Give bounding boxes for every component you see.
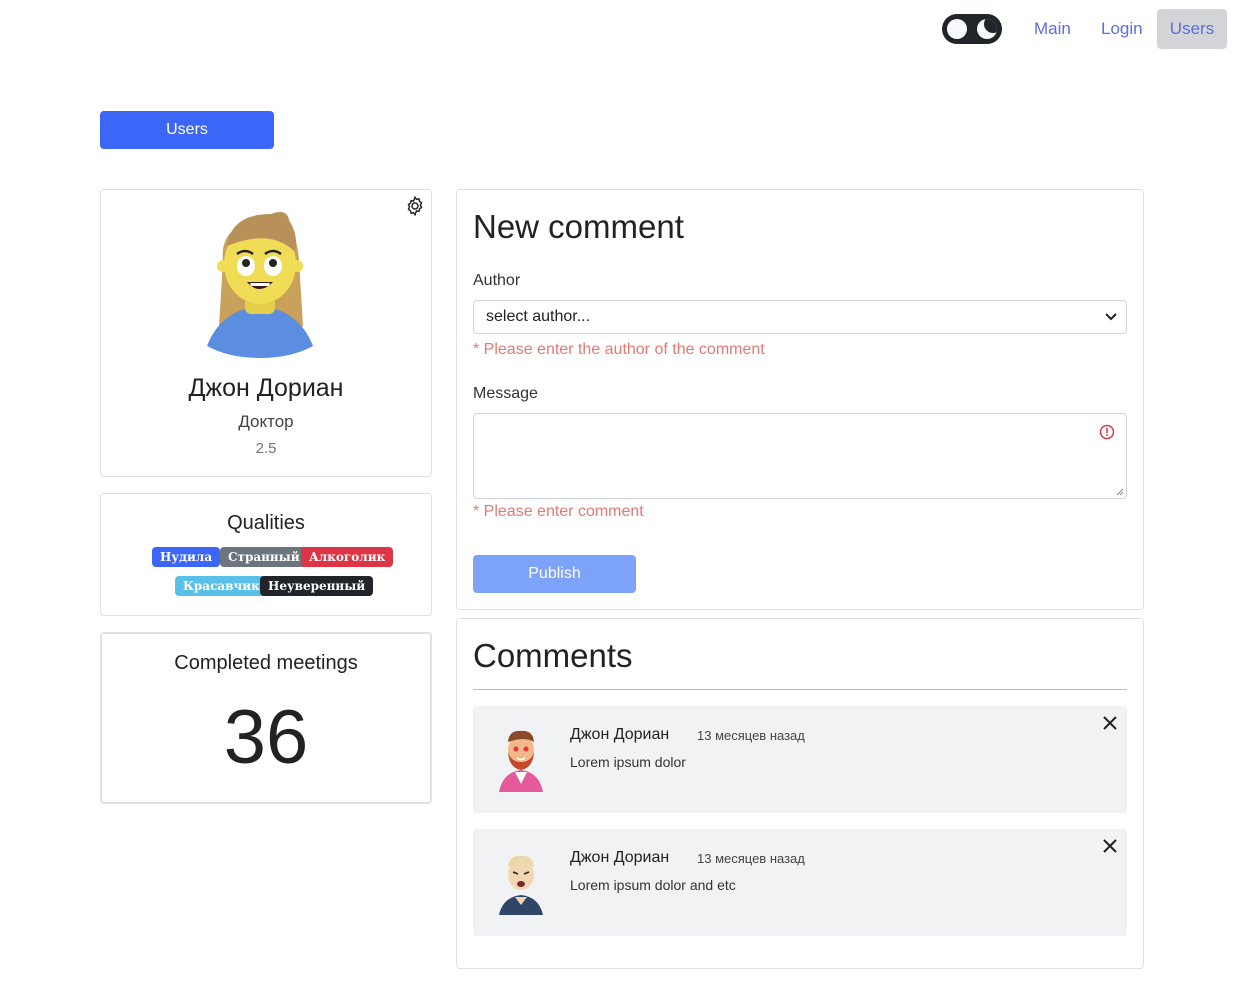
quality-badge: Алкоголик [301, 547, 394, 567]
comments-divider [473, 689, 1127, 690]
close-icon[interactable] [1102, 838, 1118, 854]
comment-author[interactable]: Джон Дориан [570, 849, 669, 867]
message-label: Message [473, 385, 538, 402]
comments-title: Comments [473, 637, 633, 674]
comment-text: Lorem ipsum dolor [570, 754, 686, 770]
nav-link-main[interactable]: Main [1018, 9, 1087, 49]
comments-card: Comments Джон Дориан 13 месяцев назад Lo… [456, 618, 1144, 969]
comment-avatar [499, 855, 543, 915]
gear-icon[interactable] [404, 195, 426, 217]
alert-icon [1099, 424, 1115, 440]
new-comment-title: New comment [473, 208, 684, 245]
comment-avatar [499, 730, 543, 792]
nav-link-users[interactable]: Users [1157, 9, 1227, 49]
comment-item: Джон Дориан 13 месяцев назад Lorem ipsum… [473, 706, 1127, 813]
profile-card: Джон Дориан Доктор 2.5 [100, 189, 432, 477]
profile-rate: 2.5 [255, 440, 277, 457]
comment-time: 13 месяцев назад [697, 728, 805, 743]
qualities-title: Qualities [227, 512, 305, 534]
meetings-card: Completed meetings 36 [100, 632, 432, 804]
comment-author[interactable]: Джон Дориан [570, 726, 669, 744]
profile-profession: Доктор [238, 412, 294, 431]
author-select-value: select author... [486, 308, 591, 325]
chevron-down-icon [1105, 313, 1117, 321]
theme-toggle[interactable] [942, 14, 1002, 44]
nav-link-login[interactable]: Login [1085, 9, 1159, 49]
quality-badge: Странный [220, 547, 308, 567]
author-error: * Please enter the author of the comment [473, 341, 765, 358]
message-textarea[interactable] [473, 413, 1127, 499]
moon-icon [977, 19, 997, 39]
avatar [207, 212, 313, 358]
profile-name: Джон Дориан [188, 374, 344, 402]
message-error: * Please enter comment [473, 503, 644, 520]
toggle-knob [947, 19, 967, 39]
users-button[interactable]: Users [100, 111, 274, 149]
author-label: Author [473, 272, 521, 289]
quality-badge: Красавчик [175, 576, 268, 596]
meetings-title: Completed meetings [174, 652, 358, 674]
quality-badge: Нудила [152, 547, 221, 567]
comment-text: Lorem ipsum dolor and etc [570, 877, 736, 893]
comment-time: 13 месяцев назад [697, 851, 805, 866]
author-select[interactable]: select author... [473, 300, 1127, 334]
qualities-card: Qualities Нудила Странный Алкоголик Крас… [100, 493, 432, 616]
close-icon[interactable] [1102, 715, 1118, 731]
comment-item: Джон Дориан 13 месяцев назад Lorem ipsum… [473, 829, 1127, 936]
meetings-count: 36 [223, 695, 309, 780]
quality-badge: Неуверенный [260, 576, 374, 596]
new-comment-card: New comment Author select author... * Pl… [456, 189, 1144, 610]
resize-handle-icon[interactable] [1116, 488, 1124, 496]
publish-button[interactable]: Publish [473, 555, 636, 593]
